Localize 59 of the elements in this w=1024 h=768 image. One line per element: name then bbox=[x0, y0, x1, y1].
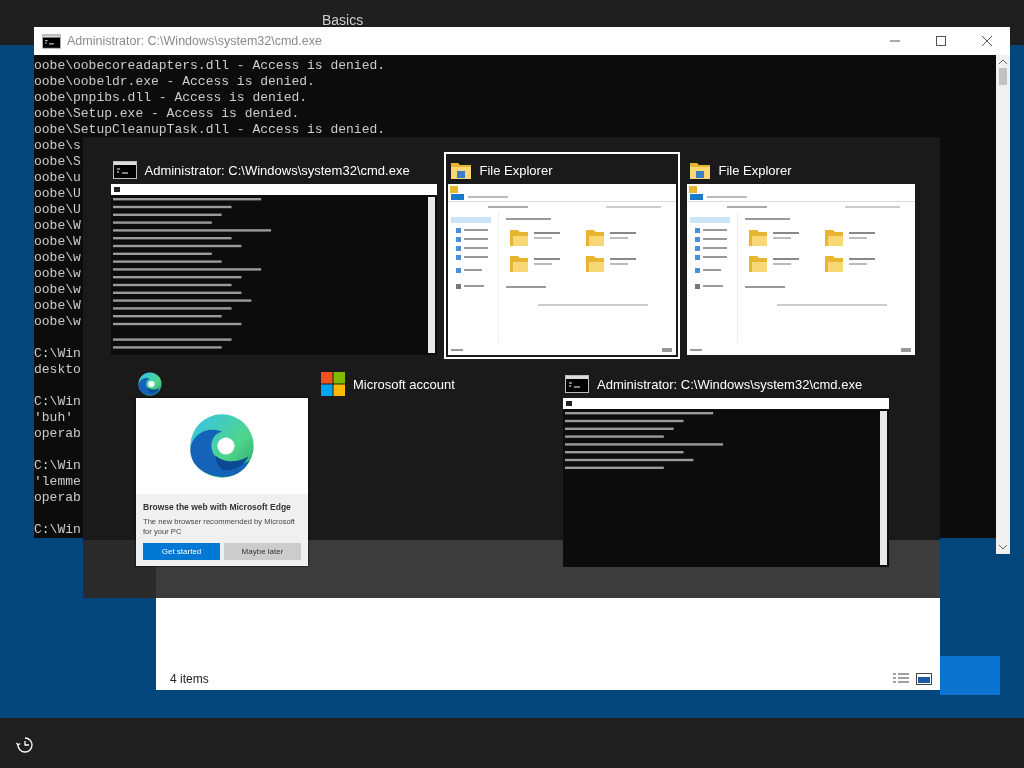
console-line: oobe\U bbox=[34, 202, 81, 218]
scroll-thumb[interactable] bbox=[999, 68, 1007, 85]
scrollbar[interactable] bbox=[996, 55, 1010, 554]
console-line: oobe\u bbox=[34, 170, 81, 186]
scroll-down-icon[interactable] bbox=[999, 544, 1007, 550]
window-preview[interactable]: File Explorer bbox=[682, 152, 919, 359]
console-line: C:\Win bbox=[34, 346, 81, 362]
console-line: operab bbox=[34, 426, 81, 442]
window-preview[interactable]: File Explorer bbox=[443, 152, 680, 359]
browser-logo-icon bbox=[138, 372, 162, 396]
console-line: oobe\w bbox=[34, 314, 81, 330]
ease-of-access-icon[interactable] bbox=[16, 736, 34, 754]
console-line: C:\Win bbox=[34, 394, 81, 410]
console-line: oobe\Setup.exe - Access is denied. bbox=[34, 106, 300, 122]
console-line: 'buh' bbox=[34, 410, 73, 426]
console-line: deskto bbox=[34, 362, 81, 378]
console-line: oobe\W bbox=[34, 234, 81, 250]
console-line: 'lemme bbox=[34, 474, 81, 490]
get-started-button[interactable]: Get started bbox=[143, 543, 220, 560]
console-line: oobe\W bbox=[34, 298, 81, 314]
large-icons-view-icon[interactable] bbox=[916, 672, 932, 686]
console-line: C:\Win bbox=[34, 522, 81, 538]
folder-icon bbox=[449, 160, 472, 180]
window-title: File Explorer bbox=[718, 162, 792, 178]
console-line: oobe\pnpibs.dll - Access is denied. bbox=[34, 90, 308, 106]
window-title: Administrator: C:\Windows\system32\cmd.exe bbox=[67, 34, 323, 48]
console-icon bbox=[565, 375, 589, 393]
console-line: oobe\U bbox=[34, 186, 81, 202]
folder-icon bbox=[688, 160, 711, 180]
console-line: oobe\W bbox=[34, 218, 81, 234]
console-line: oobe\w bbox=[34, 266, 81, 282]
console-line: C:\Win bbox=[34, 458, 81, 474]
console-line: oobe\S bbox=[34, 154, 81, 170]
window-preview[interactable]: Microsoft account bbox=[315, 366, 556, 571]
window-preview[interactable]: Administrator: C:\Windows\system32\cmd.exe bbox=[106, 152, 441, 359]
window-title: Administrator: C:\Windows\system32\cmd.exe bbox=[144, 162, 410, 178]
console-line: oobe\w bbox=[34, 250, 81, 266]
window-preview[interactable]: Administrator: C:\Windows\system32\cmd.exe bbox=[559, 366, 893, 571]
console-icon bbox=[112, 161, 137, 179]
console-line: operab bbox=[34, 490, 81, 506]
status-text: 4 items bbox=[170, 672, 209, 686]
console-line: oobe\SetupCleanupTask.dll - Access is denied. bbox=[34, 122, 386, 138]
scroll-up-icon[interactable] bbox=[999, 59, 1007, 65]
console-line: oobe\s bbox=[34, 138, 81, 154]
window-title: File Explorer bbox=[479, 162, 553, 178]
browser-logo-icon bbox=[189, 413, 255, 479]
page-heading: Basics bbox=[322, 12, 364, 28]
window-title: Administrator: C:\Windows\system32\cmd.exe bbox=[597, 376, 863, 392]
maybe-later-button[interactable]: Maybe later bbox=[224, 543, 301, 560]
details-view-icon[interactable] bbox=[892, 672, 910, 686]
promo-heading: Browse the web with Microsoft Edge bbox=[143, 502, 292, 512]
console-icon bbox=[42, 33, 61, 49]
console-line: oobe\oobecoreadapters.dll - Access is denied. bbox=[34, 58, 386, 74]
window-title: Microsoft account bbox=[353, 376, 455, 392]
close-icon bbox=[982, 36, 992, 46]
console-line: oobe\w bbox=[34, 282, 81, 298]
console-line: oobe\oobeldr.exe - Access is denied. bbox=[34, 74, 315, 90]
maximize-icon bbox=[936, 36, 946, 46]
microsoft-logo-icon bbox=[321, 372, 345, 396]
